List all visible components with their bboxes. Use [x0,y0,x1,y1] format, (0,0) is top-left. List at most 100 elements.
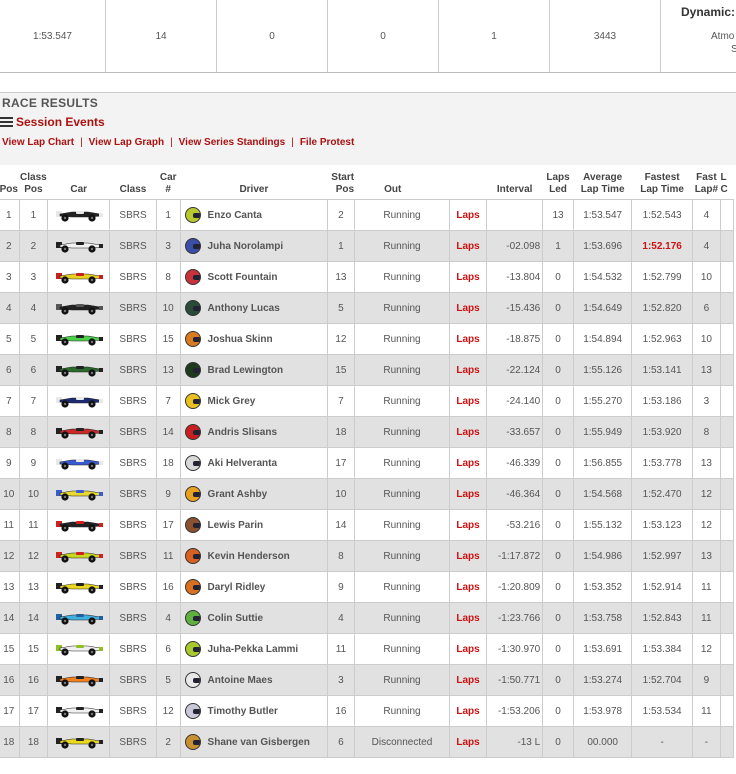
table-row: 2 2 SBRS 3 Juha Norolampi 1 Running Laps -02.098… [0,230,735,262]
driver-name[interactable]: Juha-Pekka Lammi [208,644,299,655]
driver-name[interactable]: Grant Ashby [208,489,268,500]
laps-link[interactable]: Laps [449,540,488,572]
view-lap-chart-link[interactable]: View Lap Chart [2,137,74,148]
laps-link[interactable]: Laps [449,726,488,758]
race-car-icon [55,304,103,315]
laps-link[interactable]: Laps [449,664,488,696]
laps-link[interactable]: Laps [449,633,488,665]
col-car-number[interactable]: Car # [156,166,180,200]
col-pos[interactable]: Pos [0,166,19,200]
summary-cautions: 0 [217,0,328,72]
laps-led-cell: 0 [542,602,574,634]
race-car-icon [55,738,103,749]
fast-lap-number-cell: 12 [691,478,721,510]
laps-link[interactable]: Laps [449,695,488,727]
col-out[interactable]: Out [354,166,450,200]
col-extra[interactable]: LC [720,166,733,200]
class-cell: SBRS [109,509,157,541]
laps-link[interactable]: Laps [449,509,488,541]
extra-cell [719,695,735,727]
summary-caution-laps: 0 [328,0,439,72]
laps-link[interactable]: Laps [449,230,488,262]
car-cell [47,447,111,479]
laps-led-cell: 0 [542,540,574,572]
laps-link[interactable]: Laps [449,385,488,417]
view-series-standings-link[interactable]: View Series Standings [179,137,286,148]
driver-name[interactable]: Shane van Gisbergen [208,737,310,748]
driver-name[interactable]: Aki Helveranta [208,458,277,469]
session-events-link[interactable]: Session Events [0,115,105,129]
driver-name[interactable]: Scott Fountain [208,272,278,283]
driver-name[interactable]: Joshua Skinn [208,334,273,345]
class-cell: SBRS [109,571,157,603]
driver-name[interactable]: Andris Slisans [208,427,277,438]
position-cell: 6 [0,354,20,386]
start-position-cell: 15 [327,354,355,386]
laps-link[interactable]: Laps [449,323,488,355]
helmet-icon [184,734,201,750]
driver-name[interactable]: Kevin Henderson [208,551,290,562]
driver-cell: Shane van Gisbergen [179,726,329,758]
driver-name[interactable]: Lewis Parin [208,520,264,531]
col-class-pos[interactable]: Class Pos [19,166,48,200]
interval-cell: -02.098 [486,230,544,262]
race-car-icon [55,521,103,532]
average-lap-cell: 1:53.691 [572,633,633,665]
laps-link[interactable]: Laps [449,478,488,510]
extra-cell [719,230,735,262]
list-icon [0,117,13,127]
laps-link[interactable]: Laps [449,292,488,324]
col-car[interactable]: Car [48,166,110,200]
laps-led-cell: 0 [542,292,574,324]
interval-cell: -18.875 [486,323,544,355]
file-protest-link[interactable]: File Protest [300,137,354,148]
laps-link[interactable]: Laps [449,354,488,386]
laps-link[interactable]: Laps [449,261,488,293]
col-start-pos[interactable]: Start Pos [328,166,354,200]
laps-link[interactable]: Laps [449,571,488,603]
fast-lap-number-cell: 8 [691,416,721,448]
driver-name[interactable]: Antoine Maes [208,675,273,686]
position-cell: 8 [0,416,20,448]
class-cell: SBRS [109,261,157,293]
helmet-icon [184,331,201,347]
fast-lap-number-cell: 3 [691,385,721,417]
col-fastest-lap[interactable]: Fastest Lap Time [632,166,692,200]
driver-name[interactable]: Anthony Lucas [208,303,280,314]
laps-link[interactable]: Laps [449,602,488,634]
laps-link[interactable]: Laps [449,447,488,479]
driver-name[interactable]: Juha Norolampi [208,241,284,252]
view-lap-graph-link[interactable]: View Lap Graph [89,137,164,148]
average-lap-cell: 1:55.949 [572,416,633,448]
col-class[interactable]: Class [110,166,157,200]
laps-led-cell: 0 [542,664,574,696]
class-cell: SBRS [109,354,157,386]
position-cell: 16 [0,664,20,696]
driver-name[interactable]: Daryl Ridley [208,582,266,593]
class-position-cell: 4 [18,292,49,324]
col-interval[interactable]: Interval [487,166,543,200]
position-cell: 3 [0,261,20,293]
driver-name[interactable]: Mick Grey [208,396,256,407]
fast-lap-number-cell: 12 [691,509,721,541]
col-laps-led[interactable]: Laps Led [543,166,574,200]
driver-cell: Daryl Ridley [179,571,329,603]
car-cell [47,695,111,727]
average-lap-cell: 1:54.532 [572,261,633,293]
interval-cell: -24.140 [486,385,544,417]
col-average-lap[interactable]: Average Lap Time [573,166,632,200]
race-car-icon [55,459,103,470]
driver-name[interactable]: Colin Suttie [208,613,264,624]
driver-name[interactable]: Brad Lewington [208,365,284,376]
col-fast-lap-number[interactable]: Fast Lap# [692,166,720,200]
col-driver[interactable]: Driver [180,166,328,200]
average-lap-cell: 1:54.894 [572,323,633,355]
driver-name[interactable]: Timothy Butler [208,706,278,717]
laps-link[interactable]: Laps [449,416,488,448]
out-status-cell: Running [353,385,451,417]
class-cell: SBRS [109,385,157,417]
out-status-cell: Running [353,664,451,696]
class-position-cell: 6 [18,354,49,386]
driver-name[interactable]: Enzo Canta [208,210,262,221]
laps-link[interactable]: Laps [449,199,488,231]
